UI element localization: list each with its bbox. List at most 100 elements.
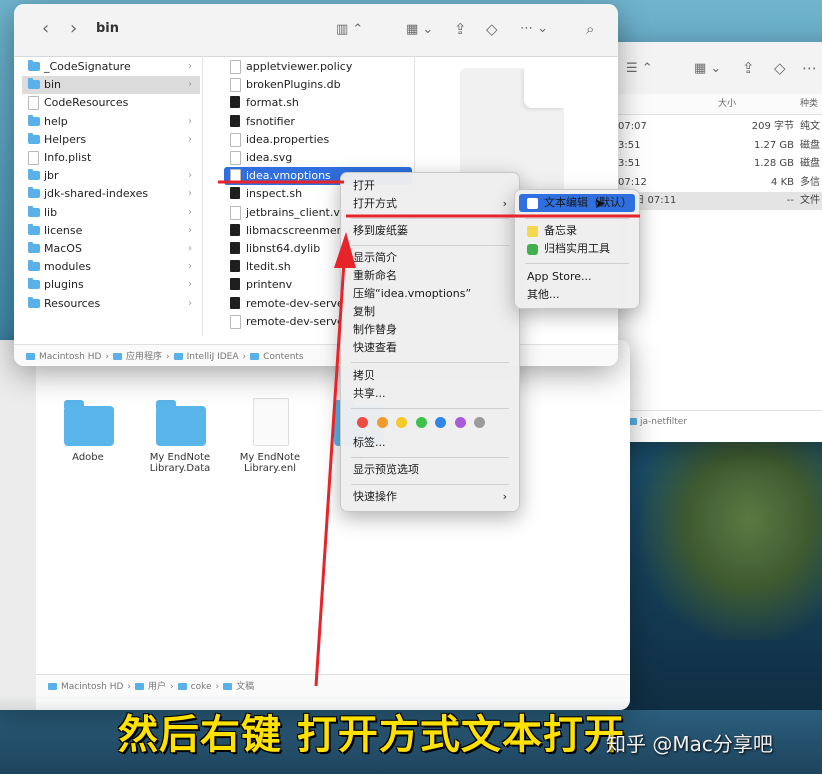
back-file-row[interactable]: 3:51 1.28 GB 磁盘 [618,155,822,173]
file-item[interactable]: idea.properties [224,131,412,149]
menu-compress[interactable]: 压缩“idea.vmoptions” [347,285,513,303]
tag-color-dot[interactable] [454,417,466,428]
list-view-icon[interactable]: ☰ ⌃ [626,60,653,78]
path-item[interactable]: Macintosh HD [61,682,123,692]
column-item[interactable]: Helpers › [22,131,200,149]
executable-icon [230,114,240,127]
column-item[interactable]: plugins › [22,276,200,294]
executable-icon [230,223,240,236]
menu-open[interactable]: 打开 [347,177,513,195]
column-item[interactable]: jbr › [22,167,200,185]
chevron-right-icon: › [188,61,192,72]
forward-chevron-icon[interactable]: › [70,20,77,38]
menu-show-preview-options[interactable]: 显示预览选项 [347,461,513,479]
back-file-size: -- [786,195,794,206]
menu-quick-actions[interactable]: 快速操作 › [347,488,513,506]
file-item-label: libnst64.dylib [246,242,321,255]
folder-icon [28,187,40,199]
path-item[interactable]: IntelliJ IDEA [187,352,239,362]
folder-icon [135,683,145,690]
menu-make-alias[interactable]: 制作替身 [347,321,513,339]
back-file-date: 3:51 [618,139,641,151]
chevron-right-icon: › [188,115,192,127]
more-icon[interactable]: ⋯ [802,59,817,77]
column-item[interactable]: Resources › [22,295,200,313]
file-item[interactable]: idea.svg [224,149,412,167]
tag-color-dot[interactable] [415,417,427,428]
window-title: bin [96,21,120,36]
column-item[interactable]: CodeResources [22,94,200,112]
menu-tags[interactable]: 标签... [347,434,513,452]
folder-icon [177,683,187,690]
search-icon[interactable]: ⌕ [586,20,594,38]
file-item[interactable]: fsnotifier [224,113,412,131]
tag-color-dot[interactable] [376,417,388,428]
menu-rename[interactable]: 重新命名 [347,267,513,285]
path-item[interactable]: ja-netfilter [640,417,687,427]
column-item[interactable]: _CodeSignature › [22,58,200,76]
back-file-row[interactable]: 3:51 1.27 GB 磁盘 [618,137,822,155]
column-item-label: bin [44,78,62,92]
back-chevron-icon[interactable]: ‹ [42,20,49,38]
file-item[interactable]: brokenPlugins.db [224,76,412,94]
folder-icon [28,223,40,235]
path-item[interactable]: Macintosh HD [39,352,101,362]
folder-icon[interactable] [156,400,206,446]
submenu-app-store[interactable]: App Store... [521,268,633,286]
back-file-kind: 文件 [800,195,820,206]
group-icon[interactable]: ▦ ⌄ [694,60,721,78]
share-icon[interactable]: ⇪ [742,59,755,77]
file-item-label: format.sh [246,96,299,110]
folder-icon[interactable] [64,400,114,446]
document-icon[interactable] [253,398,289,446]
menu-open-with[interactable]: 打开方式 › [347,195,513,213]
file-item[interactable]: format.sh [224,94,412,112]
column-header-kind[interactable]: 种类 [800,94,818,114]
mouse-cursor-icon: ➤ [594,196,606,212]
column-item[interactable]: license › [22,222,200,240]
submenu-notes[interactable]: 备忘录 [521,222,633,240]
tag-color-dot[interactable] [474,417,485,428]
column-header-size[interactable]: 大小 [718,94,736,114]
column-item[interactable]: help › [22,113,200,131]
menu-share[interactable]: 共享... [347,385,513,403]
watermark: 知乎 @Mac分享吧 [606,732,773,756]
column-item[interactable]: lib › [22,204,200,222]
subtitle-text: 然后右键 打开方式文本打开 [118,712,625,758]
back-file-row[interactable]: 07:07 209 字节 纯文 [618,118,822,136]
tag-icon[interactable]: ◇ [774,59,786,77]
menu-move-to-trash[interactable]: 移到废纸篓 [347,222,513,240]
tag-icon[interactable]: ◇ [486,20,498,38]
column-item[interactable]: bin › [22,76,200,95]
path-item[interactable]: 应用程序 [126,352,162,362]
tag-color-dot[interactable] [396,417,407,428]
back-file-row[interactable]: 月5日 07:11 -- 文件 [618,192,822,210]
column-item[interactable]: jdk-shared-indexes › [22,185,200,203]
group-icon[interactable]: ▦ ⌄ [406,21,433,39]
menu-get-info[interactable]: 显示简介 [347,249,513,267]
document-icon [230,78,241,93]
column-item[interactable]: modules › [22,258,200,276]
menu-copy[interactable]: 拷贝 [347,367,513,385]
path-item[interactable]: 文稿 [236,682,254,692]
menu-duplicate[interactable]: 复制 [347,303,513,321]
column-item[interactable]: Info.plist [22,149,200,167]
menu-quick-look[interactable]: 快速查看 [347,339,513,357]
file-item-label: remote-dev-serve [246,296,344,310]
submenu-textedit[interactable]: 文本编辑（默认） [519,194,635,212]
column-item[interactable]: MacOS › [22,240,200,258]
submenu-archive-utility[interactable]: 归档实用工具 [521,240,633,258]
path-item[interactable]: Contents [263,352,303,362]
tag-color-dot[interactable] [435,417,446,428]
file-item[interactable]: appletviewer.policy [224,58,412,76]
column-view-icon[interactable]: ▥ ⌃ [336,21,363,39]
back-file-size: 1.27 GB [753,139,794,151]
share-icon[interactable]: ⇪ [454,20,467,38]
column-item-label: plugins [44,278,84,292]
more-icon[interactable]: ⋯ ⌄ [520,20,548,38]
tag-color-dot[interactable] [357,417,368,428]
path-item[interactable]: coke [191,682,212,692]
path-item[interactable]: 用户 [148,682,166,692]
submenu-other[interactable]: 其他... [521,286,633,304]
back-file-row[interactable]: 07:12 4 KB 多信 [618,174,822,192]
